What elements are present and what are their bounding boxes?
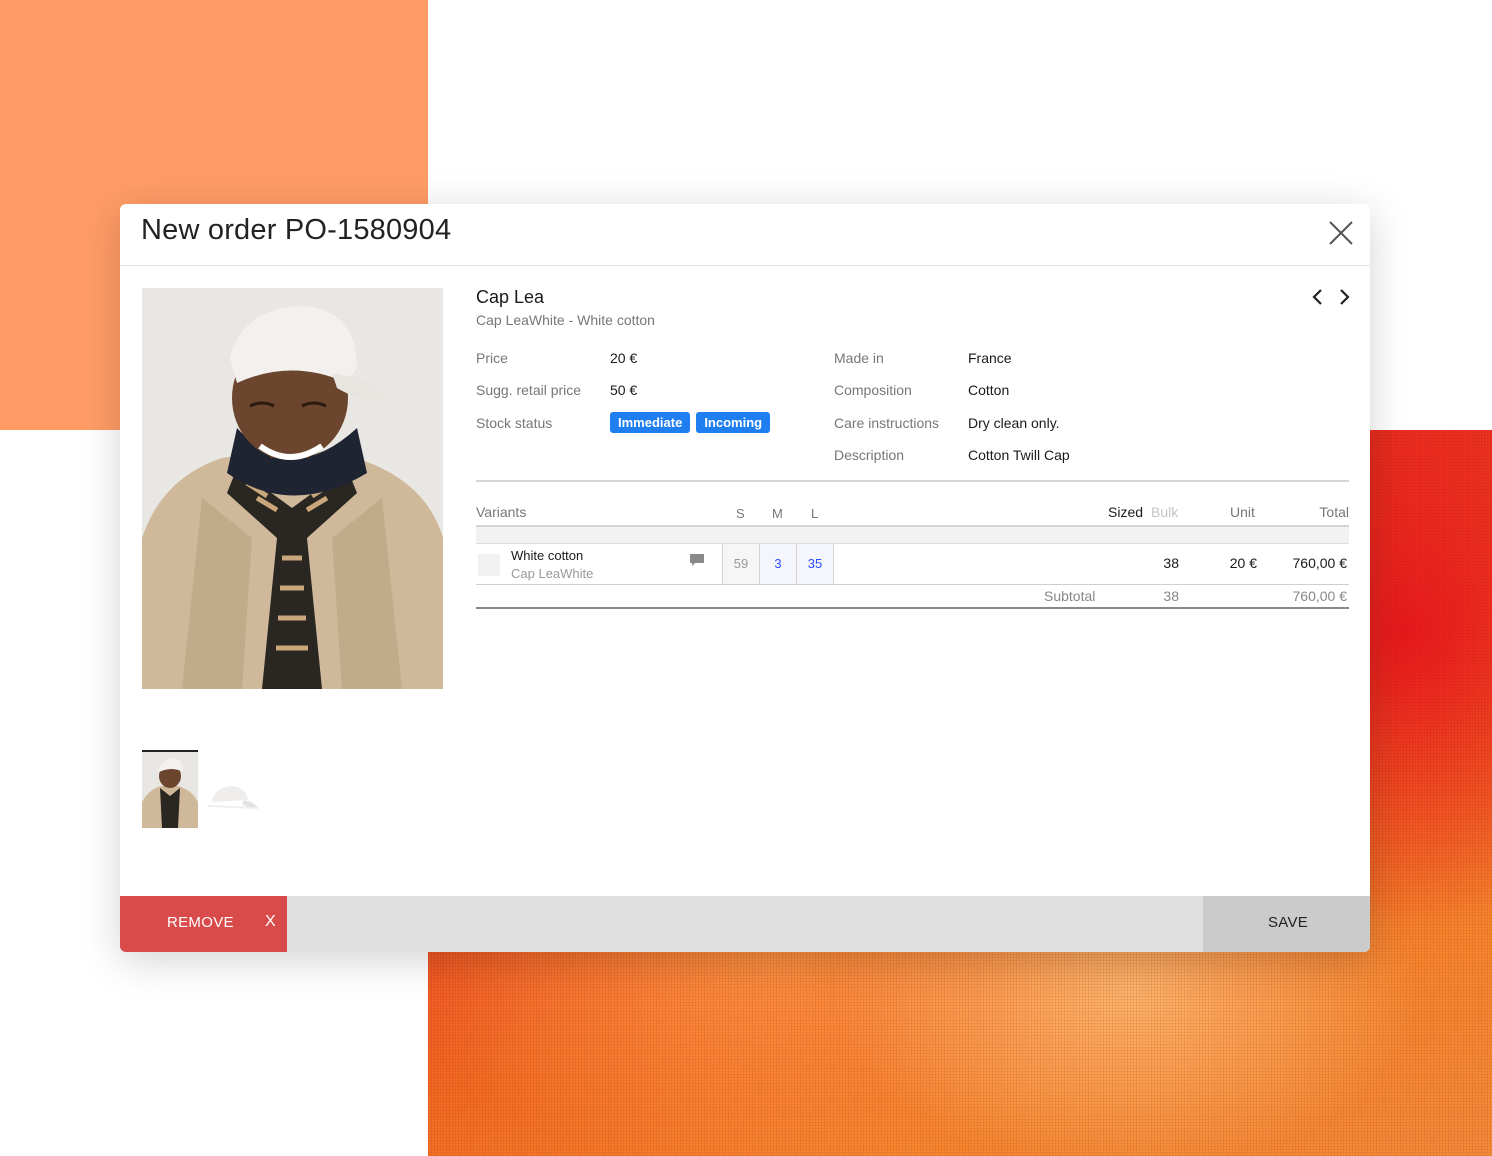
attr-label: Care instructions	[834, 415, 940, 431]
remove-button[interactable]: REMOVE X	[120, 896, 287, 952]
subtotal-label: Subtotal	[1044, 588, 1096, 604]
attr-value: France	[968, 350, 1012, 366]
attr-label: Description	[834, 447, 905, 463]
chevron-right-icon[interactable]	[1336, 288, 1352, 306]
header-total: Total	[1319, 504, 1349, 520]
divider	[476, 607, 1349, 609]
thumbnail-strip	[142, 750, 260, 828]
attr-value: 20 €	[610, 350, 638, 366]
variant-name: White cotton	[511, 548, 584, 563]
attr-value: Cotton	[968, 382, 1010, 398]
header-sized: Sized	[1108, 504, 1144, 520]
product-name: Cap Lea	[476, 287, 545, 307]
divider	[476, 480, 1349, 482]
attr-value: Dry clean only.	[968, 415, 1060, 431]
thumbnail-cap[interactable]	[204, 750, 260, 828]
qty-input-m[interactable]: 3	[759, 544, 796, 584]
row-unit: 20 €	[1229, 555, 1257, 571]
remove-x-icon: X	[265, 913, 276, 930]
modal-header: New order PO-1580904	[120, 204, 1370, 266]
attr-label: Stock status	[476, 415, 553, 431]
header-variants: Variants	[476, 504, 527, 520]
color-swatch	[478, 554, 500, 576]
header-size-l: L	[811, 506, 819, 521]
attr-label: Sugg. retail price	[476, 382, 582, 398]
subtotal-sized: 38	[1163, 588, 1179, 604]
save-button[interactable]: SAVE	[1203, 896, 1370, 952]
remove-label: REMOVE	[167, 914, 234, 931]
badge-incoming: Incoming	[696, 412, 771, 433]
modal-footer: REMOVE X SAVE	[120, 896, 1370, 952]
comment-icon[interactable]	[689, 552, 705, 568]
subtotal-row: Subtotal 38 760,00 €	[476, 587, 1349, 609]
stock-badges: Immediate Incoming	[610, 412, 776, 433]
product-subtitle: Cap LeaWhite - White cotton	[476, 312, 655, 328]
badge-immediate: Immediate	[610, 412, 691, 433]
attr-label: Composition	[834, 382, 912, 398]
table-row: White cotton Cap LeaWhite 59 3 35 38 20 …	[476, 543, 1349, 585]
qty-input-s[interactable]: 59	[722, 544, 759, 584]
order-modal: New order PO-1580904 Cap Lea Cap LeaWhit…	[120, 204, 1370, 952]
chevron-left-icon[interactable]	[1310, 288, 1326, 306]
qty-divider	[833, 544, 834, 584]
table-spacer	[476, 527, 1349, 543]
header-size-m: M	[772, 506, 783, 521]
modal-title: New order PO-1580904	[141, 214, 452, 246]
row-sized: 38	[1163, 555, 1179, 571]
product-nav	[1310, 288, 1352, 306]
header-unit: Unit	[1230, 504, 1255, 520]
attr-value: 50 €	[610, 382, 638, 398]
variant-sub: Cap LeaWhite	[511, 566, 594, 581]
header-bulk: Bulk	[1151, 504, 1179, 520]
subtotal-total: 760,00 €	[1292, 588, 1348, 604]
row-total: 760,00 €	[1292, 555, 1348, 571]
attr-label: Made in	[834, 350, 884, 366]
product-main-image	[142, 288, 443, 689]
qty-input-l[interactable]: 35	[796, 544, 833, 584]
close-icon[interactable]	[1326, 218, 1356, 248]
variants-table-header: Variants S M L Sized Bulk Unit Total	[476, 502, 1349, 526]
attr-label: Price	[476, 350, 508, 366]
header-size-s: S	[736, 506, 745, 521]
attr-value: Cotton Twill Cap	[968, 447, 1070, 463]
save-label: SAVE	[1268, 914, 1309, 931]
thumbnail-model[interactable]	[142, 750, 198, 828]
